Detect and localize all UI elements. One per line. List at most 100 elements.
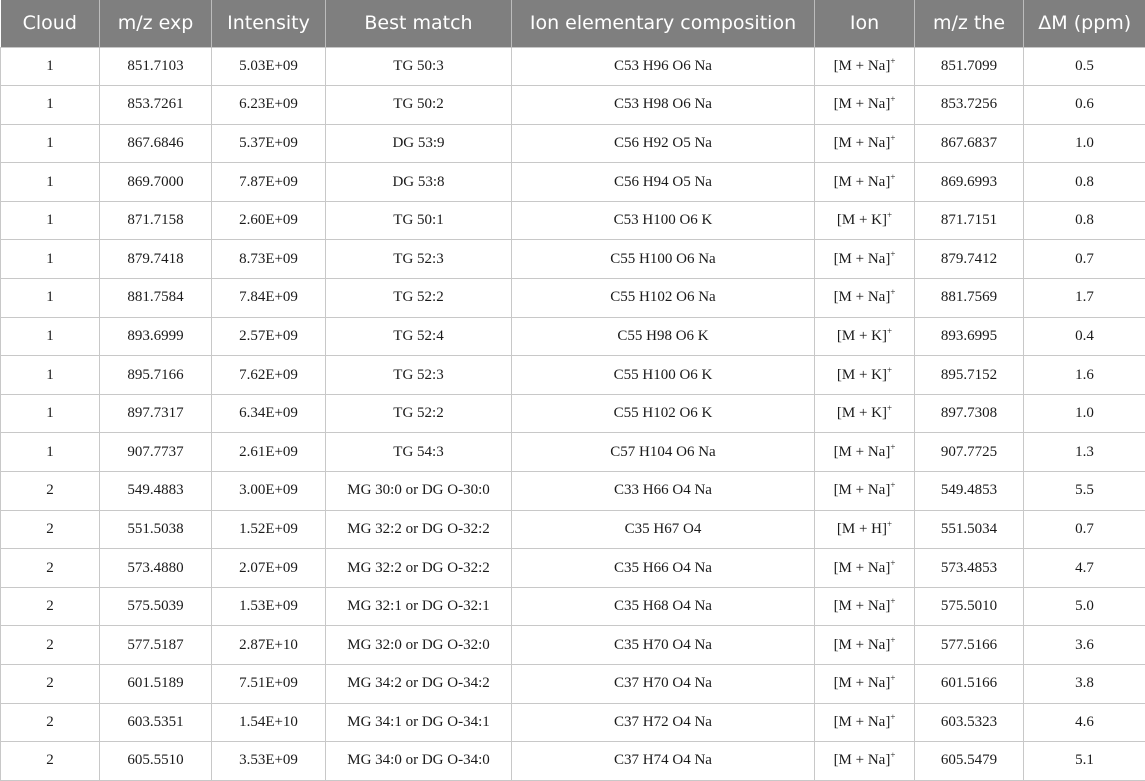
ion-formula: [M + Na] bbox=[834, 482, 891, 498]
cell-composition: C53 H96 O6 Na bbox=[512, 47, 815, 86]
cell-ion: [M + Na]+ bbox=[815, 433, 915, 472]
cell-intensity: 5.37E+09 bbox=[212, 124, 326, 163]
cell-intensity: 2.87E+10 bbox=[212, 626, 326, 665]
cell-delta-m: 0.7 bbox=[1024, 510, 1145, 549]
cell-mz-exp: 549.4883 bbox=[100, 472, 212, 511]
table-row: 1 853.7261 6.23E+09 TG 50:2 C53 H98 O6 N… bbox=[1, 86, 1145, 125]
ion-charge: + bbox=[890, 172, 895, 182]
cell-composition: C33 H66 O4 Na bbox=[512, 472, 815, 511]
cell-intensity: 7.62E+09 bbox=[212, 356, 326, 395]
cell-ion: [M + Na]+ bbox=[815, 163, 915, 202]
cell-cloud: 2 bbox=[1, 742, 100, 781]
cell-composition: C55 H102 O6 Na bbox=[512, 279, 815, 318]
table-row: 1 869.7000 7.87E+09 DG 53:8 C56 H94 O5 N… bbox=[1, 163, 1145, 202]
table-row: 1 867.6846 5.37E+09 DG 53:9 C56 H92 O5 N… bbox=[1, 124, 1145, 163]
cell-ion: [M + K]+ bbox=[815, 317, 915, 356]
ion-formula: [M + Na] bbox=[834, 752, 891, 768]
cell-ion: [M + H]+ bbox=[815, 510, 915, 549]
ion-charge: + bbox=[890, 287, 895, 297]
cell-intensity: 1.52E+09 bbox=[212, 510, 326, 549]
cell-composition: C55 H102 O6 K bbox=[512, 394, 815, 433]
cell-mz-exp: 895.7166 bbox=[100, 356, 212, 395]
cell-ion: [M + Na]+ bbox=[815, 742, 915, 781]
cell-intensity: 7.84E+09 bbox=[212, 279, 326, 318]
ion-charge: + bbox=[890, 480, 895, 490]
ion-formula: [M + H] bbox=[837, 521, 887, 537]
cell-best-match: TG 50:2 bbox=[326, 86, 512, 125]
cell-best-match: MG 32:0 or DG O-32:0 bbox=[326, 626, 512, 665]
cell-cloud: 1 bbox=[1, 433, 100, 472]
cell-best-match: TG 50:3 bbox=[326, 47, 512, 86]
cell-composition: C35 H67 O4 bbox=[512, 510, 815, 549]
ion-charge: + bbox=[890, 596, 895, 606]
ion-charge: + bbox=[890, 94, 895, 104]
ion-formula: [M + K] bbox=[837, 328, 887, 344]
cell-intensity: 5.03E+09 bbox=[212, 47, 326, 86]
cell-composition: C53 H100 O6 K bbox=[512, 201, 815, 240]
table-row: 1 871.7158 2.60E+09 TG 50:1 C53 H100 O6 … bbox=[1, 201, 1145, 240]
cell-mz-the: 869.6993 bbox=[915, 163, 1024, 202]
cell-mz-exp: 869.7000 bbox=[100, 163, 212, 202]
cell-intensity: 2.07E+09 bbox=[212, 549, 326, 588]
cell-best-match: DG 53:8 bbox=[326, 163, 512, 202]
cell-delta-m: 4.6 bbox=[1024, 703, 1145, 742]
cell-composition: C35 H70 O4 Na bbox=[512, 626, 815, 665]
cell-mz-exp: 881.7584 bbox=[100, 279, 212, 318]
cell-cloud: 2 bbox=[1, 472, 100, 511]
cell-delta-m: 0.7 bbox=[1024, 240, 1145, 279]
cell-delta-m: 5.0 bbox=[1024, 587, 1145, 626]
ion-charge: + bbox=[890, 249, 895, 259]
cell-cloud: 1 bbox=[1, 317, 100, 356]
cell-mz-exp: 907.7737 bbox=[100, 433, 212, 472]
ion-charge: + bbox=[887, 210, 892, 220]
cell-best-match: TG 52:2 bbox=[326, 394, 512, 433]
cell-delta-m: 1.0 bbox=[1024, 124, 1145, 163]
header-delta-m: ΔM (ppm) bbox=[1024, 0, 1145, 47]
cell-best-match: MG 32:2 or DG O-32:2 bbox=[326, 549, 512, 588]
ion-charge: + bbox=[890, 442, 895, 452]
ion-charge: + bbox=[887, 403, 892, 413]
cell-mz-exp: 851.7103 bbox=[100, 47, 212, 86]
cell-cloud: 1 bbox=[1, 394, 100, 433]
cell-mz-the: 605.5479 bbox=[915, 742, 1024, 781]
cell-best-match: MG 32:2 or DG O-32:2 bbox=[326, 510, 512, 549]
header-ion-composition: Ion elementary composition bbox=[512, 0, 815, 47]
cell-mz-the: 895.7152 bbox=[915, 356, 1024, 395]
table-row: 1 879.7418 8.73E+09 TG 52:3 C55 H100 O6 … bbox=[1, 240, 1145, 279]
cell-ion: [M + Na]+ bbox=[815, 124, 915, 163]
ion-formula: [M + Na] bbox=[834, 598, 891, 614]
cell-mz-exp: 551.5038 bbox=[100, 510, 212, 549]
cell-best-match: TG 52:3 bbox=[326, 240, 512, 279]
table-row: 2 573.4880 2.07E+09 MG 32:2 or DG O-32:2… bbox=[1, 549, 1145, 588]
cell-composition: C55 H98 O6 K bbox=[512, 317, 815, 356]
table-row: 1 897.7317 6.34E+09 TG 52:2 C55 H102 O6 … bbox=[1, 394, 1145, 433]
cell-composition: C57 H104 O6 Na bbox=[512, 433, 815, 472]
cell-cloud: 2 bbox=[1, 703, 100, 742]
cell-ion: [M + K]+ bbox=[815, 394, 915, 433]
cell-composition: C56 H94 O5 Na bbox=[512, 163, 815, 202]
ion-charge: + bbox=[890, 558, 895, 568]
ion-formula: [M + Na] bbox=[834, 444, 891, 460]
cell-intensity: 3.00E+09 bbox=[212, 472, 326, 511]
cell-delta-m: 0.4 bbox=[1024, 317, 1145, 356]
cell-best-match: MG 32:1 or DG O-32:1 bbox=[326, 587, 512, 626]
cell-cloud: 2 bbox=[1, 665, 100, 704]
cell-cloud: 2 bbox=[1, 587, 100, 626]
table-row: 1 881.7584 7.84E+09 TG 52:2 C55 H102 O6 … bbox=[1, 279, 1145, 318]
cell-composition: C37 H74 O4 Na bbox=[512, 742, 815, 781]
ion-charge: + bbox=[890, 133, 895, 143]
header-intensity: Intensity bbox=[212, 0, 326, 47]
cell-delta-m: 5.1 bbox=[1024, 742, 1145, 781]
cell-mz-the: 551.5034 bbox=[915, 510, 1024, 549]
cell-cloud: 1 bbox=[1, 279, 100, 318]
ion-formula: [M + Na] bbox=[834, 58, 891, 74]
cell-intensity: 3.53E+09 bbox=[212, 742, 326, 781]
table-row: 2 605.5510 3.53E+09 MG 34:0 or DG O-34:0… bbox=[1, 742, 1145, 781]
cell-mz-exp: 893.6999 bbox=[100, 317, 212, 356]
ion-formula: [M + Na] bbox=[834, 135, 891, 151]
ion-charge: + bbox=[890, 750, 895, 760]
cell-mz-exp: 603.5351 bbox=[100, 703, 212, 742]
cell-mz-exp: 853.7261 bbox=[100, 86, 212, 125]
cell-mz-the: 601.5166 bbox=[915, 665, 1024, 704]
table-row: 2 575.5039 1.53E+09 MG 32:1 or DG O-32:1… bbox=[1, 587, 1145, 626]
